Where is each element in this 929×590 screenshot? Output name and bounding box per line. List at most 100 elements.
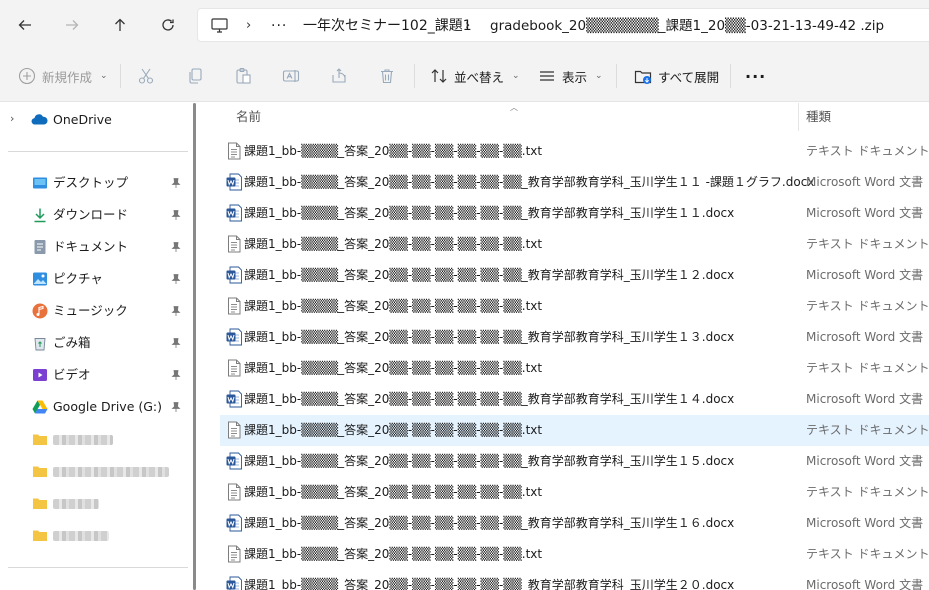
nav-item-label: デスクトップ <box>53 175 129 190</box>
file-row[interactable]: 課題1_bb-▒▒▒▒_答案_20▒▒-▒▒-▒▒-▒▒-▒▒-▒▒_教育学部教… <box>220 322 929 353</box>
file-name: 課題1_bb-▒▒▒▒_答案_20▒▒-▒▒-▒▒-▒▒-▒▒-▒▒.txt <box>244 547 543 561</box>
nav-item-music[interactable]: ミュージック <box>0 295 188 327</box>
file-name: 課題1_bb-▒▒▒▒_答案_20▒▒-▒▒-▒▒-▒▒-▒▒-▒▒.txt <box>244 237 543 251</box>
file-row[interactable]: 課題1_bb-▒▒▒▒_答案_20▒▒-▒▒-▒▒-▒▒-▒▒-▒▒_教育学部教… <box>220 260 929 291</box>
file-row[interactable]: 課題1_bb-▒▒▒▒_答案_20▒▒-▒▒-▒▒-▒▒-▒▒-▒▒.txt テキ… <box>220 229 929 260</box>
up-button[interactable] <box>104 9 136 41</box>
text-file-icon <box>228 359 241 377</box>
column-header-type[interactable]: 種類 <box>806 103 831 131</box>
file-row[interactable]: 課題1_bb-▒▒▒▒_答案_20▒▒-▒▒-▒▒-▒▒-▒▒-▒▒.txt テキ… <box>220 291 929 322</box>
file-row[interactable]: 課題1_bb-▒▒▒▒_答案_20▒▒-▒▒-▒▒-▒▒-▒▒-▒▒.txt テキ… <box>220 136 929 167</box>
nav-item-label: OneDrive <box>53 112 112 127</box>
this-pc-icon <box>211 18 228 33</box>
new-button[interactable]: 新規作成 ⌄ <box>18 60 108 92</box>
pin-icon <box>171 274 181 284</box>
text-file-icon <box>228 297 241 315</box>
file-row[interactable]: 課題1_bb-▒▒▒▒_答案_20▒▒-▒▒-▒▒-▒▒-▒▒-▒▒.txt テキ… <box>220 415 929 446</box>
plus-circle-icon <box>18 67 36 85</box>
address-field[interactable]: › ··· 一年次セミナー102_課題1 › gradebook_20▒▒▒▒▒… <box>197 8 929 42</box>
text-file-icon <box>228 142 241 160</box>
file-row[interactable]: 課題1_bb-▒▒▒▒_答案_20▒▒-▒▒-▒▒-▒▒-▒▒-▒▒.txt テキ… <box>220 477 929 508</box>
file-name: 課題1_bb-▒▒▒▒_答案_20▒▒-▒▒-▒▒-▒▒-▒▒-▒▒_教育学部教… <box>244 516 735 530</box>
nav-item-folder[interactable] <box>0 487 188 519</box>
recycle-bin-icon <box>34 338 46 351</box>
breadcrumb-folder[interactable]: 一年次セミナー102_課題1 <box>303 9 472 43</box>
file-name: 課題1_bb-▒▒▒▒_答案_20▒▒-▒▒-▒▒-▒▒-▒▒-▒▒.txt <box>244 144 543 158</box>
scissors-icon <box>138 68 154 84</box>
pin-icon <box>171 306 181 316</box>
nav-divider <box>8 151 188 152</box>
column-divider[interactable] <box>798 103 799 131</box>
back-button[interactable] <box>9 9 41 41</box>
file-type: テキスト ドキュメント <box>806 485 929 499</box>
new-label: 新規作成 <box>42 69 93 85</box>
column-header-name[interactable]: 名前 <box>236 103 261 131</box>
share-button[interactable] <box>330 60 348 92</box>
file-type: Microsoft Word 文書 <box>806 268 924 282</box>
file-row[interactable]: 課題1_bb-▒▒▒▒_答案_20▒▒-▒▒-▒▒-▒▒-▒▒-▒▒.txt テキ… <box>220 539 929 570</box>
nav-item-downloads[interactable]: ダウンロード <box>0 199 188 231</box>
nav-item-folder[interactable] <box>0 519 188 551</box>
rename-button[interactable] <box>282 60 300 92</box>
google-drive-icon <box>32 400 48 414</box>
sort-button[interactable]: 並べ替え ⌄ <box>430 60 520 92</box>
nav-item-folder[interactable] <box>0 455 188 487</box>
command-bar: 新規作成 ⌄ 並べ替え ⌄ 表示 ⌄ すべて展開 ··· <box>0 50 929 102</box>
extract-all-button[interactable]: すべて展開 <box>634 60 719 92</box>
nav-item-documents[interactable]: ドキュメント <box>0 231 188 263</box>
copy-button[interactable] <box>186 60 204 92</box>
overflow-crumb[interactable]: ··· <box>271 9 287 43</box>
view-button[interactable]: 表示 ⌄ <box>538 60 603 92</box>
pin-icon <box>171 370 181 380</box>
sort-ascending-icon: ︿ <box>510 103 518 112</box>
nav-item-onedrive[interactable]: › OneDrive <box>0 104 188 136</box>
chevron-down-icon: ⌄ <box>100 71 108 81</box>
navigation-pane: › OneDrive デスクトップ ダウンロード ドキュメント ピクチャ ミュー… <box>0 103 196 590</box>
sort-label: 並べ替え <box>454 69 505 85</box>
extract-all-label: すべて展開 <box>658 69 720 85</box>
forward-button[interactable] <box>56 9 88 41</box>
file-row[interactable]: 課題1_bb-▒▒▒▒_答案_20▒▒-▒▒-▒▒-▒▒-▒▒-▒▒_教育学部教… <box>220 508 929 539</box>
file-type: Microsoft Word 文書 <box>806 392 924 406</box>
word-document-icon <box>226 514 242 532</box>
nav-divider <box>8 567 188 568</box>
folder-icon <box>33 434 47 445</box>
forward-arrow-icon <box>66 20 79 30</box>
refresh-button[interactable] <box>152 9 184 41</box>
cut-button[interactable] <box>137 60 155 92</box>
breadcrumb-zip[interactable]: gradebook_20▒▒▒▒▒▒▒_課題1_20▒▒-03-21-13-49… <box>490 9 884 43</box>
file-type: テキスト ドキュメント <box>806 299 929 313</box>
pin-icon <box>171 210 181 220</box>
nav-item-folder[interactable] <box>0 423 188 455</box>
file-row[interactable]: 課題1_bb-▒▒▒▒_答案_20▒▒-▒▒-▒▒-▒▒-▒▒-▒▒_教育学部教… <box>220 198 929 229</box>
nav-item-label: ドキュメント <box>53 239 129 254</box>
pin-icon <box>171 178 181 188</box>
folder-icon <box>33 498 47 509</box>
nav-item-google-drive[interactable]: Google Drive (G:) <box>0 391 188 423</box>
folder-icon <box>33 466 47 477</box>
nav-item-videos[interactable]: ビデオ <box>0 359 188 391</box>
file-type: テキスト ドキュメント <box>806 361 929 375</box>
rename-icon <box>282 70 300 82</box>
redacted-label <box>53 467 169 477</box>
nav-item-recycle-bin[interactable]: ごみ箱 <box>0 327 188 359</box>
folder-icon <box>33 530 47 541</box>
file-row[interactable]: 課題1_bb-▒▒▒▒_答案_20▒▒-▒▒-▒▒-▒▒-▒▒-▒▒_教育学部教… <box>220 167 929 198</box>
file-row[interactable]: 課題1_bb-▒▒▒▒_答案_20▒▒-▒▒-▒▒-▒▒-▒▒-▒▒_教育学部教… <box>220 446 929 477</box>
pictures-icon <box>33 272 47 286</box>
file-row[interactable]: 課題1_bb-▒▒▒▒_答案_20▒▒-▒▒-▒▒-▒▒-▒▒-▒▒_教育学部教… <box>220 384 929 415</box>
file-type: Microsoft Word 文書 <box>806 454 924 468</box>
text-file-icon <box>228 545 241 563</box>
nav-item-desktop[interactable]: デスクトップ <box>0 167 188 199</box>
file-type: Microsoft Word 文書 <box>806 330 924 344</box>
file-row[interactable]: 課題1_bb-▒▒▒▒_答案_20▒▒-▒▒-▒▒-▒▒-▒▒-▒▒.txt テキ… <box>220 353 929 384</box>
paste-button[interactable] <box>234 60 252 92</box>
word-document-icon <box>226 390 242 408</box>
chevron-right-icon: › <box>465 18 471 33</box>
file-row[interactable]: 課題1_bb-▒▒▒▒_答案_20▒▒-▒▒-▒▒-▒▒-▒▒-▒▒_教育学部教… <box>220 570 929 590</box>
more-options-button[interactable]: ··· <box>745 60 766 92</box>
file-type: テキスト ドキュメント <box>806 423 929 437</box>
nav-item-pictures[interactable]: ピクチャ <box>0 263 188 295</box>
delete-button[interactable] <box>378 60 396 92</box>
nav-item-label: ピクチャ <box>53 271 103 286</box>
